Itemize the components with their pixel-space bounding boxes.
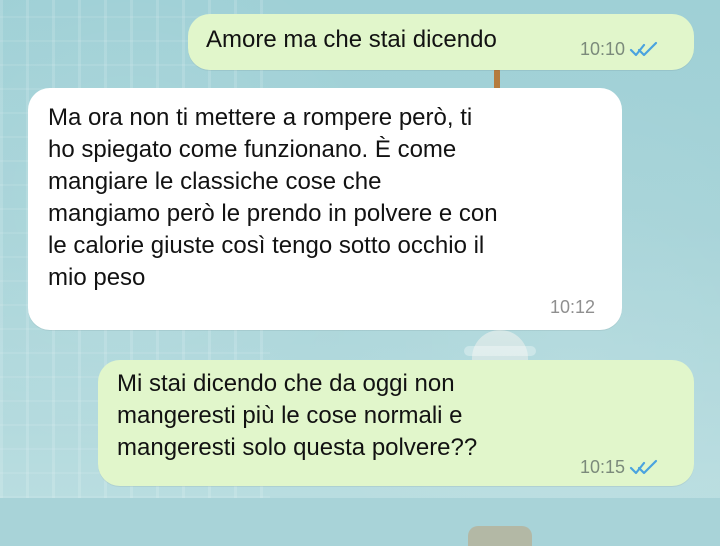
tower-base [468, 526, 532, 546]
message-meta: 10:15 [580, 458, 659, 476]
message-text: Amore ma che stai dicendo [206, 26, 497, 53]
message-text: Mi stai dicendo che da oggi non mangeres… [117, 370, 478, 461]
message-time: 10:15 [580, 457, 626, 477]
message-bubble-outgoing-2[interactable]: Mi stai dicendo che da oggi non mangeres… [98, 360, 694, 486]
double-check-icon [629, 40, 659, 58]
double-check-icon [629, 458, 659, 476]
message-bubble-incoming-1[interactable]: Ma ora non ti mettere a rompere però, ti… [28, 88, 622, 330]
message-time: 10:10 [580, 39, 626, 59]
message-text: Ma ora non ti mettere a rompere però, ti… [48, 104, 498, 291]
message-bubble-outgoing-1[interactable]: Amore ma che stai dicendo 10:10 [188, 14, 694, 70]
message-time: 10:12 [550, 297, 596, 317]
message-meta: 10:10 [580, 40, 659, 58]
chat-thread: Amore ma che stai dicendo 10:10 Ma ora n… [0, 0, 720, 498]
message-meta: 10:12 [550, 298, 595, 316]
